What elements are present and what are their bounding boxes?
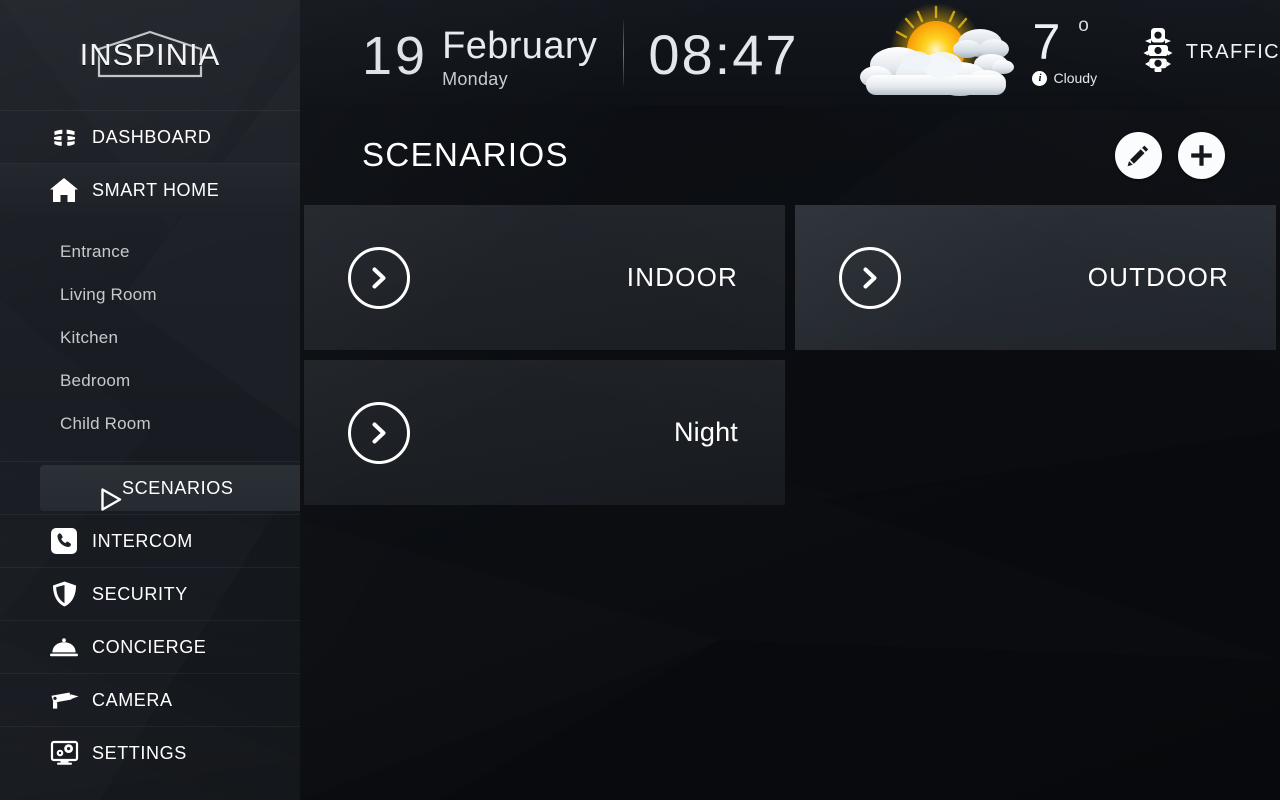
date-day: 19 <box>362 26 429 87</box>
weather-widget[interactable]: 7 o i Cloudy <box>860 2 1098 103</box>
chevron-right-circle-icon[interactable] <box>839 246 901 309</box>
sidebar-room-child-room[interactable]: Child Room <box>0 402 300 445</box>
traffic-light-icon <box>1143 28 1173 77</box>
scenario-card-night[interactable]: Night <box>304 360 785 505</box>
cctv-camera-icon <box>49 685 79 715</box>
sidebar-room-entrance[interactable]: Entrance <box>0 230 300 273</box>
chevron-right-circle-icon[interactable] <box>348 401 410 464</box>
scenario-label: INDOOR <box>626 262 738 292</box>
scenario-card-indoor[interactable]: INDOOR <box>304 205 785 350</box>
service-bell-icon <box>49 632 79 662</box>
smart-home-app: INSPINIA DASHBOARD SMART HOME Entrance L… <box>0 0 1280 800</box>
room-label: Child Room <box>60 413 151 433</box>
globe-grid-icon <box>49 122 79 152</box>
brand-name: INSPINIA <box>79 37 221 72</box>
sidebar-room-living-room[interactable]: Living Room <box>0 273 300 316</box>
pencil-icon <box>1127 145 1149 166</box>
home-icon <box>49 175 79 205</box>
add-button[interactable] <box>1178 131 1225 179</box>
sidebar: INSPINIA DASHBOARD SMART HOME Entrance L… <box>0 0 300 800</box>
header-divider <box>623 19 625 86</box>
sidebar-item-label: DASHBOARD <box>92 126 212 147</box>
degree-symbol: o <box>1078 15 1089 36</box>
sidebar-item-concierge[interactable]: CONCIERGE <box>0 620 300 673</box>
sidebar-item-camera[interactable]: CAMERA <box>0 673 300 726</box>
sidebar-item-scenarios[interactable]: SCENARIOS <box>0 461 300 514</box>
room-label: Entrance <box>60 241 130 261</box>
room-label: Kitchen <box>60 327 119 347</box>
page-actions <box>1115 131 1225 179</box>
plus-icon <box>1191 144 1212 166</box>
sidebar-room-list: Entrance Living Room Kitchen Bedroom Chi… <box>0 216 300 461</box>
weather-temperature: 7 <box>1032 14 1061 70</box>
sidebar-item-label: CONCIERGE <box>92 636 207 657</box>
scenario-label: OUTDOOR <box>1087 262 1229 292</box>
phone-icon <box>49 526 79 556</box>
sidebar-item-label: SMART HOME <box>92 179 220 200</box>
info-icon[interactable]: i <box>1032 70 1048 86</box>
sidebar-item-dashboard[interactable]: DASHBOARD <box>0 110 300 163</box>
page-title: SCENARIOS <box>362 136 569 173</box>
date-weekday: Monday <box>442 68 508 89</box>
room-label: Bedroom <box>60 370 131 390</box>
scenario-card-outdoor[interactable]: OUTDOOR <box>795 205 1276 350</box>
main-area: 19 February Monday 08:47 7 o i Cloudy TR… <box>300 0 1280 800</box>
sidebar-item-intercom[interactable]: INTERCOM <box>0 514 300 567</box>
monitor-gears-icon <box>49 738 79 768</box>
top-bar: 19 February Monday 08:47 7 o i Cloudy TR… <box>300 0 1280 105</box>
sidebar-item-label: INTERCOM <box>92 530 193 551</box>
chevron-right-circle-icon[interactable] <box>348 246 410 309</box>
sidebar-room-kitchen[interactable]: Kitchen <box>0 316 300 359</box>
weather-condition: Cloudy <box>1053 70 1098 86</box>
clock-time: 08:47 <box>648 22 799 86</box>
sun-behind-cloud-icon <box>860 2 1030 103</box>
sidebar-room-bedroom[interactable]: Bedroom <box>0 359 300 402</box>
scenario-card-grid: INDOOR OUTDOOR Night <box>300 205 1280 505</box>
play-triangle-icon <box>95 484 125 514</box>
content-area: SCENARIOS INDOOR OUTDOOR Night <box>300 105 1280 505</box>
sidebar-nav: DASHBOARD SMART HOME Entrance Living Roo… <box>0 110 300 779</box>
sidebar-item-label: SECURITY <box>92 583 188 604</box>
sidebar-item-security[interactable]: SECURITY <box>0 567 300 620</box>
sidebar-item-settings[interactable]: SETTINGS <box>0 726 300 779</box>
shield-icon <box>49 579 79 609</box>
sidebar-item-label: SCENARIOS <box>122 477 234 498</box>
room-label: Living Room <box>60 284 157 304</box>
edit-button[interactable] <box>1115 131 1162 179</box>
scenario-grid-empty-slot <box>795 360 1276 505</box>
brand-logo[interactable]: INSPINIA <box>0 0 300 110</box>
sidebar-item-label: CAMERA <box>92 689 173 710</box>
date-month: February <box>442 25 598 68</box>
sidebar-item-label: SETTINGS <box>92 742 187 763</box>
sidebar-item-smart-home[interactable]: SMART HOME <box>0 163 300 216</box>
page-header: SCENARIOS <box>300 105 1280 205</box>
date-display: 19 February Monday <box>362 15 597 90</box>
traffic-label: TRAFFIC <box>1185 41 1280 63</box>
scenario-label: Night <box>673 417 738 447</box>
traffic-button[interactable]: TRAFFIC <box>1143 28 1280 77</box>
